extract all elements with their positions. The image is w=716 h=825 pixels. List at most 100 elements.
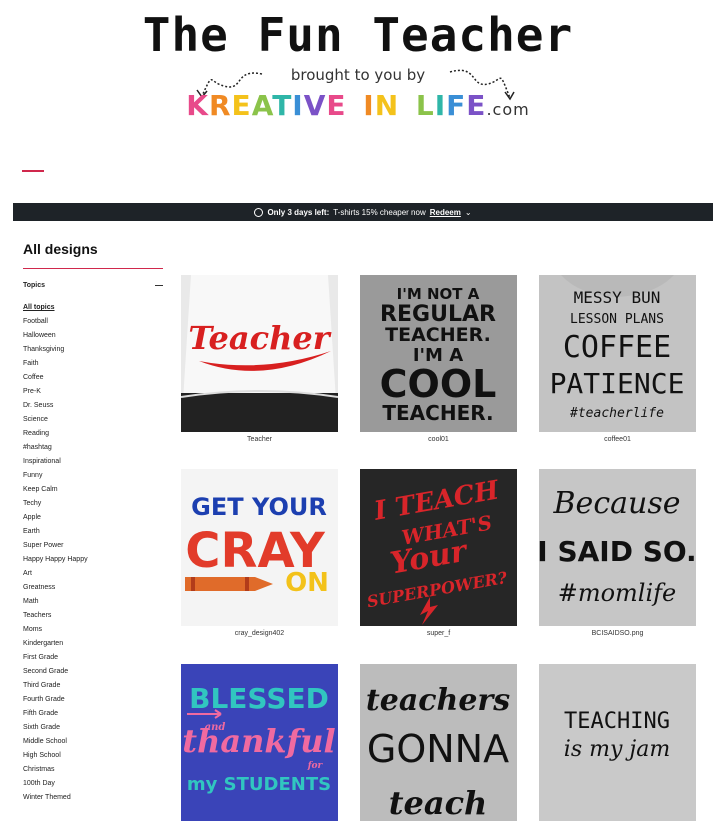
design-text: TEACHER. bbox=[382, 401, 493, 425]
design-card[interactable]: MESSY BUN LESSON PLANS COFFEE PATIENCE #… bbox=[539, 275, 696, 443]
design-caption[interactable]: coffee01 bbox=[539, 436, 696, 443]
topic-item[interactable]: #hashtag bbox=[23, 441, 163, 455]
topic-item[interactable]: Thanksgiving bbox=[23, 343, 163, 357]
design-caption[interactable]: Teacher bbox=[181, 436, 338, 443]
collapse-minus-icon[interactable] bbox=[155, 284, 163, 286]
design-text: GET YOUR bbox=[191, 493, 327, 521]
design-text: COFFEE bbox=[563, 330, 671, 365]
topic-item[interactable]: Winter Themed bbox=[23, 791, 163, 805]
page-title: All designs bbox=[23, 241, 98, 257]
topic-item[interactable]: Techy bbox=[23, 497, 163, 511]
design-image-cool01[interactable]: I'M NOT A REGULAR TEACHER. I'M A COOL TE… bbox=[360, 275, 517, 432]
logo-brand: KREATIVE IN LIFE.com bbox=[0, 89, 716, 122]
promo-message: T-shirts 15% cheaper now bbox=[333, 207, 426, 217]
topic-item[interactable]: Super Power bbox=[23, 539, 163, 553]
design-image-coffee01[interactable]: MESSY BUN LESSON PLANS COFFEE PATIENCE #… bbox=[539, 275, 696, 432]
design-image-teachers-gonna-teach[interactable]: teachers GONNA teach bbox=[360, 664, 517, 821]
design-text: COOL bbox=[380, 362, 497, 406]
topics-list: All topics Football Halloween Thanksgiving F… bbox=[23, 301, 163, 805]
topic-item[interactable]: Coffee bbox=[23, 371, 163, 385]
design-text: Because bbox=[553, 486, 681, 521]
topic-item[interactable]: Third Grade bbox=[23, 679, 163, 693]
clock-icon bbox=[254, 207, 264, 217]
topic-item[interactable]: Apple bbox=[23, 511, 163, 525]
design-card[interactable]: TEACHING is my jam bbox=[539, 664, 696, 825]
design-text: BLESSED bbox=[189, 682, 329, 715]
brand-letter bbox=[399, 89, 410, 122]
brand-letter: E bbox=[466, 89, 487, 122]
topic-item[interactable]: Science bbox=[23, 413, 163, 427]
design-card[interactable]: Because I SAID SO. #momlife BCISAIDSO.pn… bbox=[539, 469, 696, 637]
topic-item[interactable]: High School bbox=[23, 749, 163, 763]
design-card[interactable]: Teacher Teacher bbox=[181, 275, 338, 443]
design-image-blessed[interactable]: BLESSED and thankful for my STUDENTS bbox=[181, 664, 338, 821]
brand-letter: R bbox=[208, 89, 232, 122]
site-logo-title[interactable]: The Fun Teacher bbox=[0, 8, 716, 62]
design-card[interactable]: BLESSED and thankful for my STUDENTS bbox=[181, 664, 338, 825]
design-text: I'M NOT A bbox=[397, 285, 480, 303]
topic-item[interactable]: Math bbox=[23, 595, 163, 609]
sidebar-divider bbox=[23, 268, 163, 269]
design-text: #momlife bbox=[558, 579, 677, 607]
design-image-teaching-is-my-jam[interactable]: TEACHING is my jam bbox=[539, 664, 696, 821]
topic-item[interactable]: Art bbox=[23, 567, 163, 581]
topic-item[interactable]: Football bbox=[23, 315, 163, 329]
design-card[interactable]: I'M NOT A REGULAR TEACHER. I'M A COOL TE… bbox=[360, 275, 517, 443]
design-card[interactable]: teachers GONNA teach bbox=[360, 664, 517, 825]
topics-sidebar: Topics All topics Football Halloween Thanks… bbox=[23, 268, 163, 805]
topic-item[interactable]: Pre-K bbox=[23, 385, 163, 399]
topic-item[interactable]: Happy Happy Happy bbox=[23, 553, 163, 567]
design-caption[interactable]: super_f bbox=[360, 630, 517, 637]
design-caption[interactable]: BCISAIDSO.png bbox=[539, 630, 696, 637]
topics-header[interactable]: Topics bbox=[23, 279, 163, 291]
design-text: ON bbox=[285, 568, 329, 598]
site-header: The Fun Teacher brought to you by KREATI… bbox=[0, 0, 716, 140]
design-image-because-i-said-so[interactable]: Because I SAID SO. #momlife bbox=[539, 469, 696, 626]
chevron-down-icon[interactable]: ⌄ bbox=[465, 208, 472, 217]
design-image-super-f[interactable]: I TEACH WHAT'S Your SUPERPOWER? bbox=[360, 469, 517, 626]
topic-item[interactable]: First Grade bbox=[23, 651, 163, 665]
design-text: TEACHING bbox=[564, 709, 670, 734]
topic-item[interactable]: Earth bbox=[23, 525, 163, 539]
topic-item[interactable]: Fourth Grade bbox=[23, 693, 163, 707]
brand-letter: K bbox=[186, 89, 209, 122]
design-text: teachers bbox=[366, 683, 510, 718]
design-text: thankful bbox=[182, 722, 335, 760]
design-text: for bbox=[307, 761, 324, 771]
design-image-cray[interactable]: GET YOUR CRAY ON bbox=[181, 469, 338, 626]
topic-item[interactable]: Fifth Grade bbox=[23, 707, 163, 721]
topic-item[interactable]: 100th Day bbox=[23, 777, 163, 791]
topic-item[interactable]: Kindergarten bbox=[23, 637, 163, 651]
design-card[interactable]: GET YOUR CRAY ON cray_design402 bbox=[181, 469, 338, 637]
design-text: LESSON PLANS bbox=[570, 312, 664, 327]
topic-item[interactable]: Second Grade bbox=[23, 665, 163, 679]
design-card[interactable]: I TEACH WHAT'S Your SUPERPOWER? super_f bbox=[360, 469, 517, 637]
topics-heading: Topics bbox=[23, 281, 46, 289]
design-text: my STUDENTS bbox=[187, 774, 331, 795]
topic-item[interactable]: Dr. Seuss bbox=[23, 399, 163, 413]
topic-item[interactable]: Teachers bbox=[23, 609, 163, 623]
promo-redeem-link[interactable]: Redeem bbox=[430, 208, 461, 217]
topic-item[interactable]: Sixth Grade bbox=[23, 721, 163, 735]
promo-banner[interactable]: Only 3 days left: T-shirts 15% cheaper n… bbox=[13, 203, 713, 221]
design-caption[interactable]: cool01 bbox=[360, 436, 517, 443]
topic-item[interactable]: Inspirational bbox=[23, 455, 163, 469]
topic-item[interactable]: Funny bbox=[23, 469, 163, 483]
design-text: Teacher bbox=[188, 319, 331, 357]
topic-item[interactable]: Christmas bbox=[23, 763, 163, 777]
topic-item[interactable]: Keep Calm bbox=[23, 483, 163, 497]
design-caption[interactable]: cray_design402 bbox=[181, 630, 338, 637]
topic-item[interactable]: All topics bbox=[23, 301, 163, 315]
topic-item[interactable]: Moms bbox=[23, 623, 163, 637]
topic-item[interactable]: Greatness bbox=[23, 581, 163, 595]
brand-letter: E bbox=[231, 89, 252, 122]
topic-item[interactable]: Halloween bbox=[23, 329, 163, 343]
design-text: #teacherlife bbox=[569, 406, 664, 421]
topic-item[interactable]: Reading bbox=[23, 427, 163, 441]
topic-item[interactable]: Faith bbox=[23, 357, 163, 371]
topic-item[interactable]: Middle School bbox=[23, 735, 163, 749]
accent-divider bbox=[22, 170, 44, 172]
brand-letter: A bbox=[251, 89, 273, 122]
design-image-teacher[interactable]: Teacher bbox=[181, 275, 338, 432]
promo-prefix: Only 3 days left: bbox=[267, 207, 330, 217]
